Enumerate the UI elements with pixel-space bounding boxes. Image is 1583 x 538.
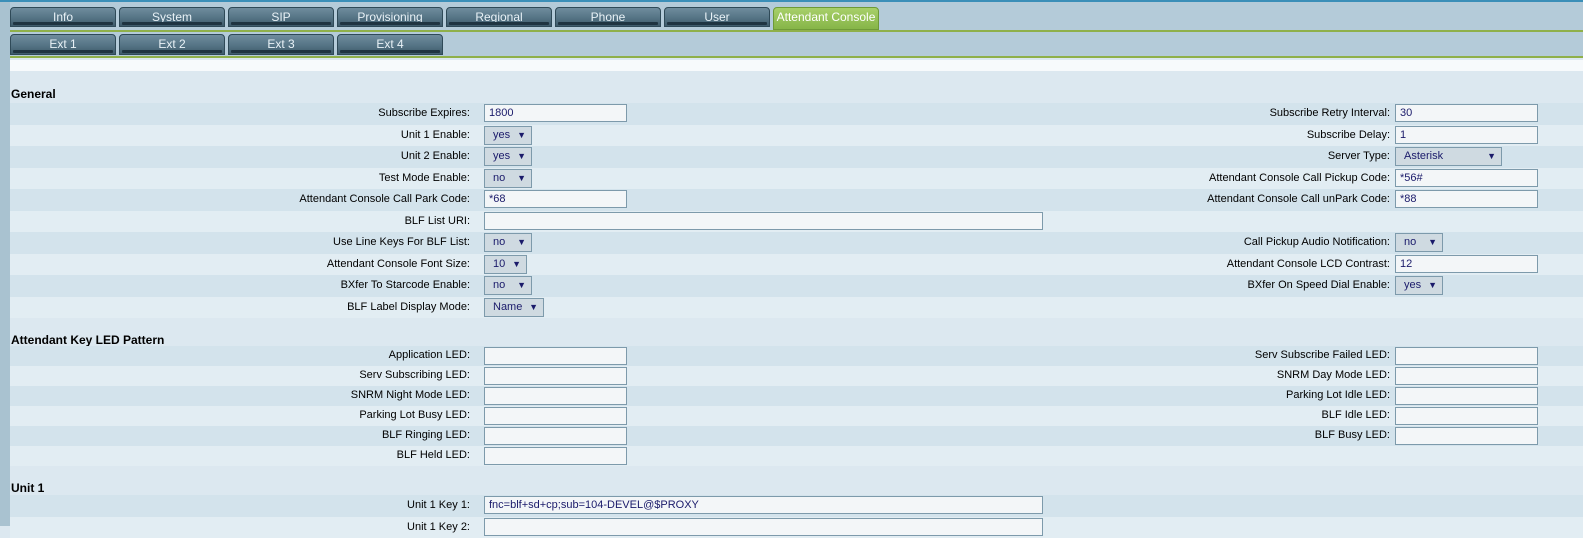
- blf-held-led-label: BLF Held LED:: [396, 449, 470, 461]
- lcd-contrast-input[interactable]: 12: [1395, 254, 1538, 273]
- blf-busy-led-label: BLF Busy LED:: [1314, 429, 1390, 441]
- section-title-led: Attendant Key LED Pattern: [11, 333, 165, 347]
- call-park-code-label: Attendant Console Call Park Code:: [299, 193, 470, 205]
- dropdown-arrow-icon: ▼: [517, 151, 526, 161]
- bxfer-starcode-select[interactable]: no ▼: [484, 276, 532, 295]
- dropdown-arrow-icon: ▼: [517, 172, 526, 183]
- call-unpark-code-input[interactable]: *88: [1395, 190, 1538, 208]
- unit1-key2-input[interactable]: [484, 517, 1043, 536]
- tab-regional[interactable]: Regional: [446, 7, 552, 27]
- left-gutter: [0, 2, 10, 526]
- call-unpark-code-label: Attendant Console Call unPark Code:: [1207, 193, 1390, 205]
- subscribe-expires-label: Subscribe Expires:: [378, 107, 470, 119]
- subscribe-retry-interval-input[interactable]: 30: [1395, 104, 1538, 122]
- parking-idle-led-input[interactable]: [1395, 387, 1538, 405]
- parking-busy-led-label: Parking Lot Busy LED:: [359, 409, 470, 421]
- blf-idle-led-label: BLF Idle LED:: [1321, 409, 1390, 421]
- serv-subscribe-failed-led-label: Serv Subscribe Failed LED:: [1254, 349, 1390, 361]
- unit1-key1-label: Unit 1 Key 1:: [407, 499, 470, 511]
- subscribe-retry-interval-label: Subscribe Retry Interval:: [1269, 107, 1390, 119]
- server-type-label: Server Type:: [1327, 150, 1390, 162]
- dropdown-arrow-icon: ▼: [1487, 151, 1496, 161]
- unit1-key2-label: Unit 1 Key 2:: [407, 520, 470, 533]
- bxfer-starcode-label: BXfer To Starcode Enable:: [340, 279, 470, 291]
- application-led-input[interactable]: [484, 347, 627, 365]
- dropdown-arrow-icon: ▼: [529, 301, 538, 312]
- tab-system[interactable]: System: [119, 7, 225, 27]
- dropdown-arrow-icon: ▼: [1428, 280, 1437, 290]
- serv-subscribing-led-input[interactable]: [484, 367, 627, 385]
- blf-label-mode-label: BLF Label Display Mode:: [347, 300, 470, 313]
- blf-ringing-led-label: BLF Ringing LED:: [381, 429, 470, 441]
- blf-idle-led-input[interactable]: [1395, 407, 1538, 425]
- tab-user[interactable]: User: [664, 7, 770, 27]
- subscribe-delay-label: Subscribe Delay:: [1306, 128, 1390, 141]
- call-pickup-audio-select[interactable]: no ▼: [1395, 233, 1443, 252]
- dropdown-arrow-icon: ▼: [1428, 237, 1437, 247]
- blf-label-mode-select[interactable]: Name ▼: [484, 297, 544, 317]
- tab-provisioning[interactable]: Provisioning: [337, 7, 443, 27]
- unit2-enable-select[interactable]: yes ▼: [484, 147, 532, 166]
- subscribe-expires-input[interactable]: 1800: [484, 104, 627, 122]
- tab-ext-4[interactable]: Ext 4: [337, 34, 443, 55]
- unit2-enable-label: Unit 2 Enable:: [400, 150, 470, 162]
- section-title-unit1: Unit 1: [11, 481, 45, 495]
- snrm-day-led-input[interactable]: [1395, 367, 1538, 385]
- font-size-label: Attendant Console Font Size:: [326, 257, 470, 270]
- bxfer-speed-dial-select[interactable]: yes ▼: [1395, 276, 1443, 295]
- tab-attendant-console[interactable]: Attendant Console: [773, 7, 879, 30]
- call-pickup-code-label: Attendant Console Call Pickup Code:: [1209, 171, 1390, 184]
- ext-tab-bar: Ext 1 Ext 2 Ext 3 Ext 4: [10, 32, 1583, 58]
- use-line-keys-select[interactable]: no ▼: [484, 233, 532, 252]
- blf-busy-led-input[interactable]: [1395, 427, 1538, 445]
- call-park-code-input[interactable]: *68: [484, 190, 627, 208]
- parking-idle-led-label: Parking Lot Idle LED:: [1286, 389, 1390, 401]
- lcd-contrast-label: Attendant Console LCD Contrast:: [1226, 257, 1390, 270]
- unit1-enable-label: Unit 1 Enable:: [400, 128, 470, 141]
- section-title-general: General: [11, 87, 56, 101]
- unit1-key1-input[interactable]: fnc=blf+sd+cp;sub=104-DEVEL@$PROXY: [484, 496, 1043, 514]
- tab-info[interactable]: Info: [10, 7, 116, 27]
- test-mode-enable-select[interactable]: no ▼: [484, 168, 532, 188]
- settings-form: General Subscribe Expires: 1800 Subscrib…: [10, 73, 1583, 538]
- blf-held-led-input[interactable]: [484, 447, 627, 465]
- blf-list-uri-label: BLF List URI:: [404, 214, 470, 227]
- dropdown-arrow-icon: ▼: [512, 258, 521, 269]
- bxfer-speed-dial-label: BXfer On Speed Dial Enable:: [1247, 279, 1390, 291]
- serv-subscribe-failed-led-input[interactable]: [1395, 347, 1538, 365]
- dropdown-arrow-icon: ▼: [517, 280, 526, 290]
- use-line-keys-label: Use Line Keys For BLF List:: [333, 236, 470, 248]
- dropdown-arrow-icon: ▼: [517, 129, 526, 140]
- font-size-select[interactable]: 10 ▼: [484, 254, 527, 274]
- snrm-night-led-label: SNRM Night Mode LED:: [350, 389, 470, 401]
- tab-ext-1[interactable]: Ext 1: [10, 34, 116, 55]
- subscribe-delay-input[interactable]: 1: [1395, 125, 1538, 144]
- snrm-day-led-label: SNRM Day Mode LED:: [1276, 369, 1390, 381]
- application-led-label: Application LED:: [388, 349, 470, 361]
- main-tab-bar: Info System SIP Provisioning Regional Ph…: [10, 2, 1583, 32]
- tab-phone[interactable]: Phone: [555, 7, 661, 27]
- tab-ext-2[interactable]: Ext 2: [119, 34, 225, 55]
- tab-ext-3[interactable]: Ext 3: [228, 34, 334, 55]
- blf-ringing-led-input[interactable]: [484, 427, 627, 445]
- serv-subscribing-led-label: Serv Subscribing LED:: [359, 369, 470, 381]
- blf-list-uri-input[interactable]: [484, 211, 1043, 230]
- call-pickup-code-input[interactable]: *56#: [1395, 168, 1538, 187]
- snrm-night-led-input[interactable]: [484, 387, 627, 405]
- call-pickup-audio-label: Call Pickup Audio Notification:: [1243, 236, 1390, 248]
- test-mode-enable-label: Test Mode Enable:: [378, 171, 470, 184]
- dropdown-arrow-icon: ▼: [517, 237, 526, 247]
- header-strip: [10, 60, 1583, 71]
- parking-busy-led-input[interactable]: [484, 407, 627, 425]
- unit1-enable-select[interactable]: yes ▼: [484, 125, 532, 145]
- tab-sip[interactable]: SIP: [228, 7, 334, 27]
- server-type-select[interactable]: Asterisk ▼: [1395, 147, 1502, 166]
